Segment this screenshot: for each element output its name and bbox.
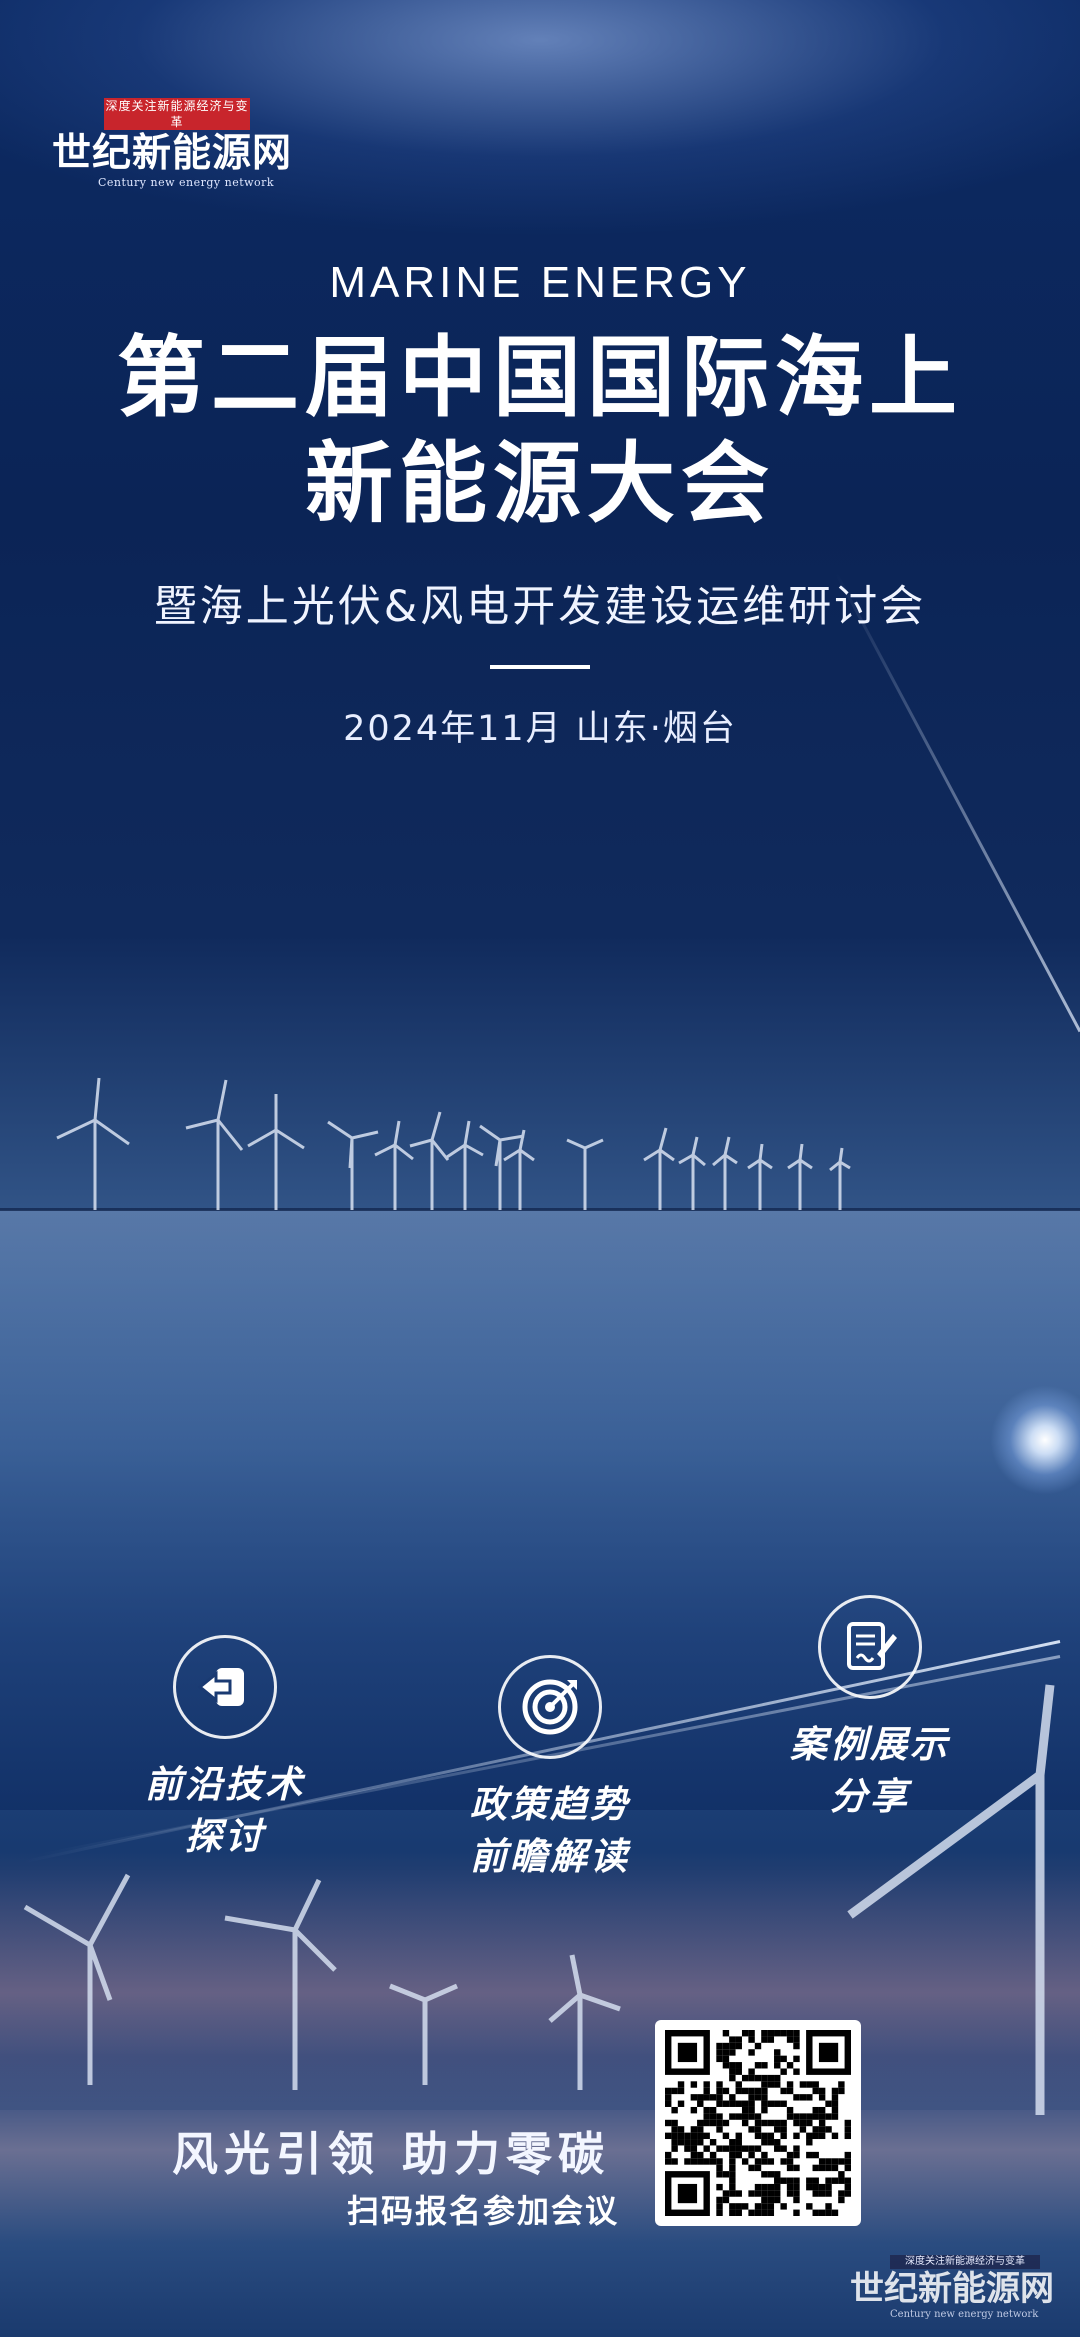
event-tagline: 暨海上光伏&风电开发建设运维研讨会 bbox=[153, 582, 927, 632]
feature-label: 政策趋势 bbox=[470, 1783, 630, 1826]
document-pen-icon bbox=[847, 1622, 897, 1670]
feature-case-showcase: 案例展示 分享 bbox=[770, 1595, 970, 1823]
logo-tagline: 深度关注新能源经济与变革 bbox=[104, 98, 250, 130]
feature-icon-circle bbox=[173, 1635, 277, 1739]
watermark-logo: 深度关注新能源经济与变革 世纪新能源网 Century new energy n… bbox=[850, 2255, 1072, 2320]
feature-label: 前沿技术 bbox=[145, 1763, 305, 1806]
watermark-tagline: 深度关注新能源经济与变革 bbox=[890, 2255, 1040, 2269]
logo-name: 世纪新能源网 bbox=[52, 130, 293, 176]
feature-frontier-tech: 前沿技术 探讨 bbox=[125, 1635, 325, 1863]
target-icon bbox=[522, 1679, 578, 1735]
watermark-english-name: Century new energy network bbox=[890, 2309, 1039, 2320]
poster: 深度关注新能源经济与变革 世纪新能源网 Century new energy n… bbox=[0, 0, 1080, 2337]
logo-english-name: Century new energy network bbox=[98, 176, 275, 189]
feature-label: 前瞻解读 bbox=[470, 1835, 630, 1878]
registration-qr-code[interactable] bbox=[655, 2020, 861, 2226]
slogan: 风光引领 助力零碳 bbox=[172, 2127, 611, 2181]
event-title-line2: 新能源大会 bbox=[304, 432, 775, 535]
title-divider bbox=[490, 665, 590, 669]
feature-label: 案例展示 bbox=[790, 1723, 950, 1766]
event-title-line1: 第二届中国国际海上 bbox=[116, 326, 963, 429]
watermark-name: 世纪新能源网 bbox=[850, 2269, 1054, 2309]
brand-logo: 深度关注新能源经济与变革 世纪新能源网 Century new energy n… bbox=[52, 98, 302, 189]
feature-icon-circle bbox=[498, 1655, 602, 1759]
feature-label: 探讨 bbox=[185, 1815, 265, 1858]
english-subtitle: MARINE ENERGY bbox=[329, 258, 751, 307]
qr-code-icon bbox=[665, 2030, 851, 2216]
feature-icon-circle bbox=[818, 1595, 922, 1699]
exit-arrow-icon bbox=[197, 1668, 244, 1706]
event-date-location: 2024年11月 山东·烟台 bbox=[343, 709, 737, 749]
feature-label: 分享 bbox=[830, 1775, 910, 1818]
scan-to-register-text: 扫码报名参加会议 bbox=[347, 2192, 620, 2230]
event-title: 第二届中国国际海上 新能源大会 bbox=[0, 325, 1080, 537]
feature-policy-trends: 政策趋势 前瞻解读 bbox=[450, 1655, 650, 1883]
